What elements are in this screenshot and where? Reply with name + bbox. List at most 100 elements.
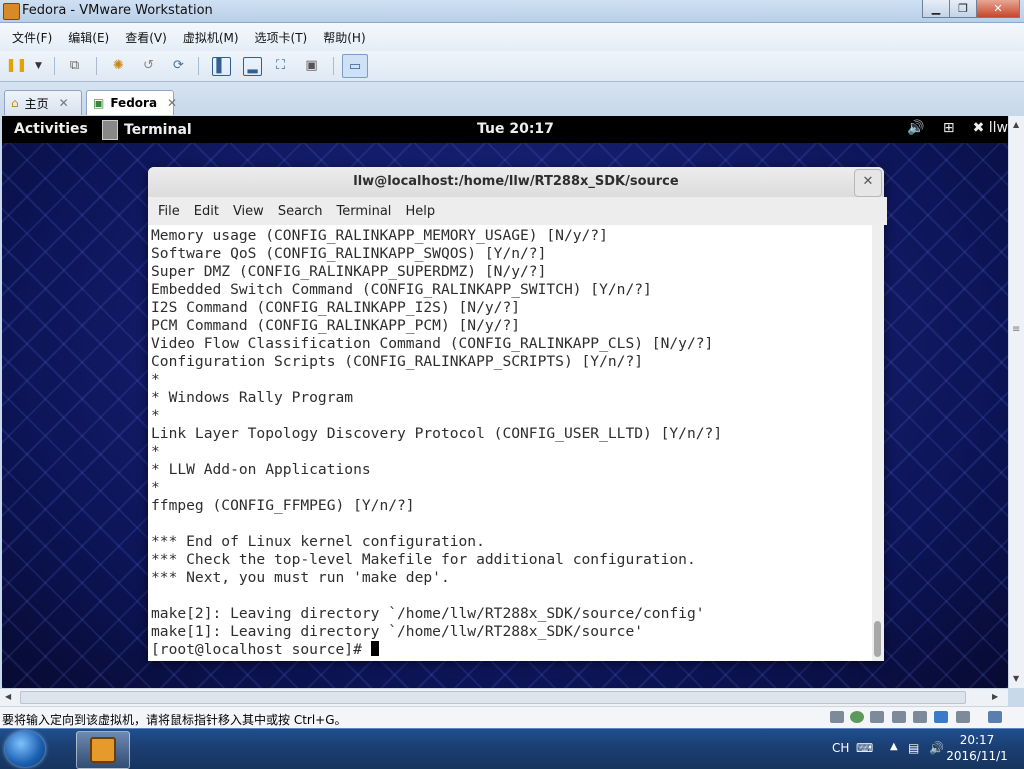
snapshot-manager-icon[interactable]: ⟳ [170, 57, 187, 74]
network-adapter-icon[interactable] [892, 711, 906, 723]
menu-tabs[interactable]: 选项卡(T) [247, 29, 316, 46]
gnome-top-panel: Activities Terminal Tue 20:17 🔊 ⊞ ✖ llw [2, 116, 1008, 143]
tab-fedora[interactable]: ▣ Fedora ✕ [86, 90, 177, 115]
console-view-icon[interactable]: ▌ [212, 57, 231, 76]
horizontal-scrollbar[interactable]: ◀ ▶ [0, 688, 1008, 706]
tray-date[interactable]: 2016/11/1 [942, 749, 1012, 763]
menu-file[interactable]: 文件(F) [4, 29, 60, 46]
restore-button[interactable]: ❐ [949, 0, 977, 18]
scroll-left-icon[interactable]: ◀ [5, 692, 11, 701]
vmware-menubar: 文件(F) 编辑(E) 查看(V) 虚拟机(M) 选项卡(T) 帮助(H) [0, 23, 1024, 51]
dropdown-icon[interactable]: ▼ [30, 57, 47, 74]
terminal-line: Configuration Scripts (CONFIG_RALINKAPP_… [151, 353, 644, 370]
terminal-line: * Windows Rally Program [151, 389, 354, 406]
terminal-line: ffmpeg (CONFIG_FFMPEG) [Y/n/?] [151, 497, 415, 514]
close-button[interactable]: ✕ [976, 0, 1020, 18]
terminal-output[interactable]: Memory usage (CONFIG_RALINKAPP_MEMORY_US… [148, 225, 872, 661]
tab-fedora-close-icon[interactable]: ✕ [167, 96, 177, 110]
terminal-line: Video Flow Classification Command (CONFI… [151, 335, 714, 352]
printer-icon[interactable] [913, 711, 927, 723]
terminal-line: * [151, 443, 160, 460]
terminal-line: Embedded Switch Command (CONFIG_RALINKAP… [151, 281, 652, 298]
vertical-scrollbar[interactable]: ▲ ≡ ▼ [1008, 116, 1024, 688]
terminal-line: make[2]: Leaving directory `/home/llw/RT… [151, 605, 705, 622]
keyboard-icon[interactable]: ⌨ [856, 741, 873, 755]
terminal-line: * [151, 479, 160, 496]
vmware-toolbar: ❚❚ ▼ ⧉ ✺ ↺ ⟳ ▌ ▂ ⛶ ▣ ▭ [0, 51, 1024, 82]
menu-help[interactable]: 帮助(H) [315, 29, 373, 46]
cd-icon[interactable] [850, 711, 864, 723]
vmware-tabbar: ⌂ 主页 ✕ ▣ Fedora ✕ [0, 82, 1024, 116]
network-icon[interactable]: ⊞ [943, 120, 955, 136]
thumbnail-bar-icon[interactable]: ▂ [243, 57, 262, 76]
scroll-grip-icon[interactable]: ≡ [1012, 324, 1020, 335]
terminal-scroll-thumb[interactable] [874, 621, 881, 657]
guest-screen[interactable]: Activities Terminal Tue 20:17 🔊 ⊞ ✖ llw … [2, 116, 1008, 688]
vm-icon: ▣ [93, 96, 105, 110]
terminal-cursor [370, 641, 379, 656]
tab-home-close-icon[interactable]: ✕ [59, 96, 69, 110]
user-name: llw [988, 120, 1008, 136]
tab-home[interactable]: ⌂ 主页 ✕ [4, 90, 82, 115]
network-icon[interactable]: ⧉ [66, 57, 83, 74]
revert-snapshot-icon[interactable]: ↺ [140, 57, 157, 74]
terminal-line: Super DMZ (CONFIG_RALINKAPP_SUPERDMZ) [N… [151, 263, 547, 280]
tab-home-label: 主页 [24, 96, 49, 111]
window-title: Fedora - VMware Workstation [22, 3, 213, 18]
terminal-scrollbar[interactable] [872, 225, 884, 661]
app-menu-terminal[interactable]: Terminal [102, 120, 192, 140]
show-hidden-icons-icon[interactable]: ▲ [890, 741, 898, 752]
terminal-menubar: File Edit View Search Terminal Help [148, 197, 887, 225]
windows-taskbar: CH ⌨ ▲ ▤ 🔊 20:17 2016/11/1 [0, 728, 1024, 769]
terminal-menu-search[interactable]: Search [271, 204, 330, 219]
menu-edit[interactable]: 编辑(E) [60, 29, 117, 46]
tab-fedora-label: Fedora [110, 96, 158, 110]
start-button[interactable] [5, 731, 45, 767]
activities-button[interactable]: Activities [14, 121, 88, 137]
scroll-right-icon[interactable]: ▶ [992, 692, 998, 701]
floppy-icon[interactable] [870, 711, 884, 723]
volume-icon[interactable]: 🔊 [907, 120, 924, 136]
tray-time[interactable]: 20:17 [942, 733, 1012, 747]
message-log-icon[interactable] [988, 711, 1002, 723]
minimize-button[interactable]: ▁ [922, 0, 950, 18]
app-menu-label: Terminal [124, 122, 192, 138]
terminal-menu-help[interactable]: Help [398, 204, 442, 219]
horizontal-scroll-thumb[interactable] [20, 691, 966, 704]
terminal-menu-terminal[interactable]: Terminal [329, 204, 398, 219]
terminal-menu-file[interactable]: File [151, 204, 187, 219]
terminal-menu-view[interactable]: View [226, 204, 271, 219]
scroll-up-icon[interactable]: ▲ [1013, 120, 1019, 129]
usb-icon[interactable] [934, 711, 948, 723]
snapshot-icon[interactable]: ✺ [110, 57, 127, 74]
language-indicator[interactable]: CH [832, 741, 849, 755]
terminal-prompt: [root@localhost source]# [151, 641, 371, 658]
tray-network-icon[interactable]: ▤ [908, 741, 919, 755]
accessibility-icon: ✖ [972, 120, 989, 136]
vmware-app-icon [3, 3, 20, 20]
terminal-line: PCM Command (CONFIG_RALINKAPP_PCM) [N/y/… [151, 317, 521, 334]
terminal-title-bar[interactable]: llw@localhost:/home/llw/RT288x_SDK/sourc… [148, 167, 884, 197]
vmware-title-bar: Fedora - VMware Workstation ▁ ❐ ✕ [0, 0, 1024, 23]
hdd-icon[interactable] [830, 711, 844, 723]
terminal-menu-edit[interactable]: Edit [187, 204, 226, 219]
terminal-line: *** Next, you must run 'make dep'. [151, 569, 450, 586]
library-icon[interactable]: ▭ [342, 54, 368, 78]
menu-view[interactable]: 查看(V) [117, 29, 175, 46]
gnome-clock[interactable]: Tue 20:17 [477, 121, 554, 137]
terminal-line: Software QoS (CONFIG_RALINKAPP_SWQOS) [Y… [151, 245, 547, 262]
power-icon[interactable]: ❚❚ [6, 57, 28, 74]
unity-icon[interactable]: ▣ [303, 57, 320, 74]
terminal-line: * [151, 407, 160, 424]
user-menu[interactable]: ✖ llw [973, 120, 1008, 136]
taskbar-vmware-button[interactable] [76, 731, 130, 769]
scroll-down-icon[interactable]: ▼ [1013, 674, 1019, 683]
terminal-line: Memory usage (CONFIG_RALINKAPP_MEMORY_US… [151, 227, 608, 244]
terminal-line: * LLW Add-on Applications [151, 461, 371, 478]
display-icon[interactable] [956, 711, 970, 723]
fullscreen-icon[interactable]: ⛶ [272, 57, 289, 74]
menu-vm[interactable]: 虚拟机(M) [175, 29, 247, 46]
status-message: 要将输入定向到该虚拟机，请将鼠标指针移入其中或按 Ctrl+G。 [2, 713, 347, 727]
terminal-close-icon[interactable]: ✕ [854, 169, 882, 197]
